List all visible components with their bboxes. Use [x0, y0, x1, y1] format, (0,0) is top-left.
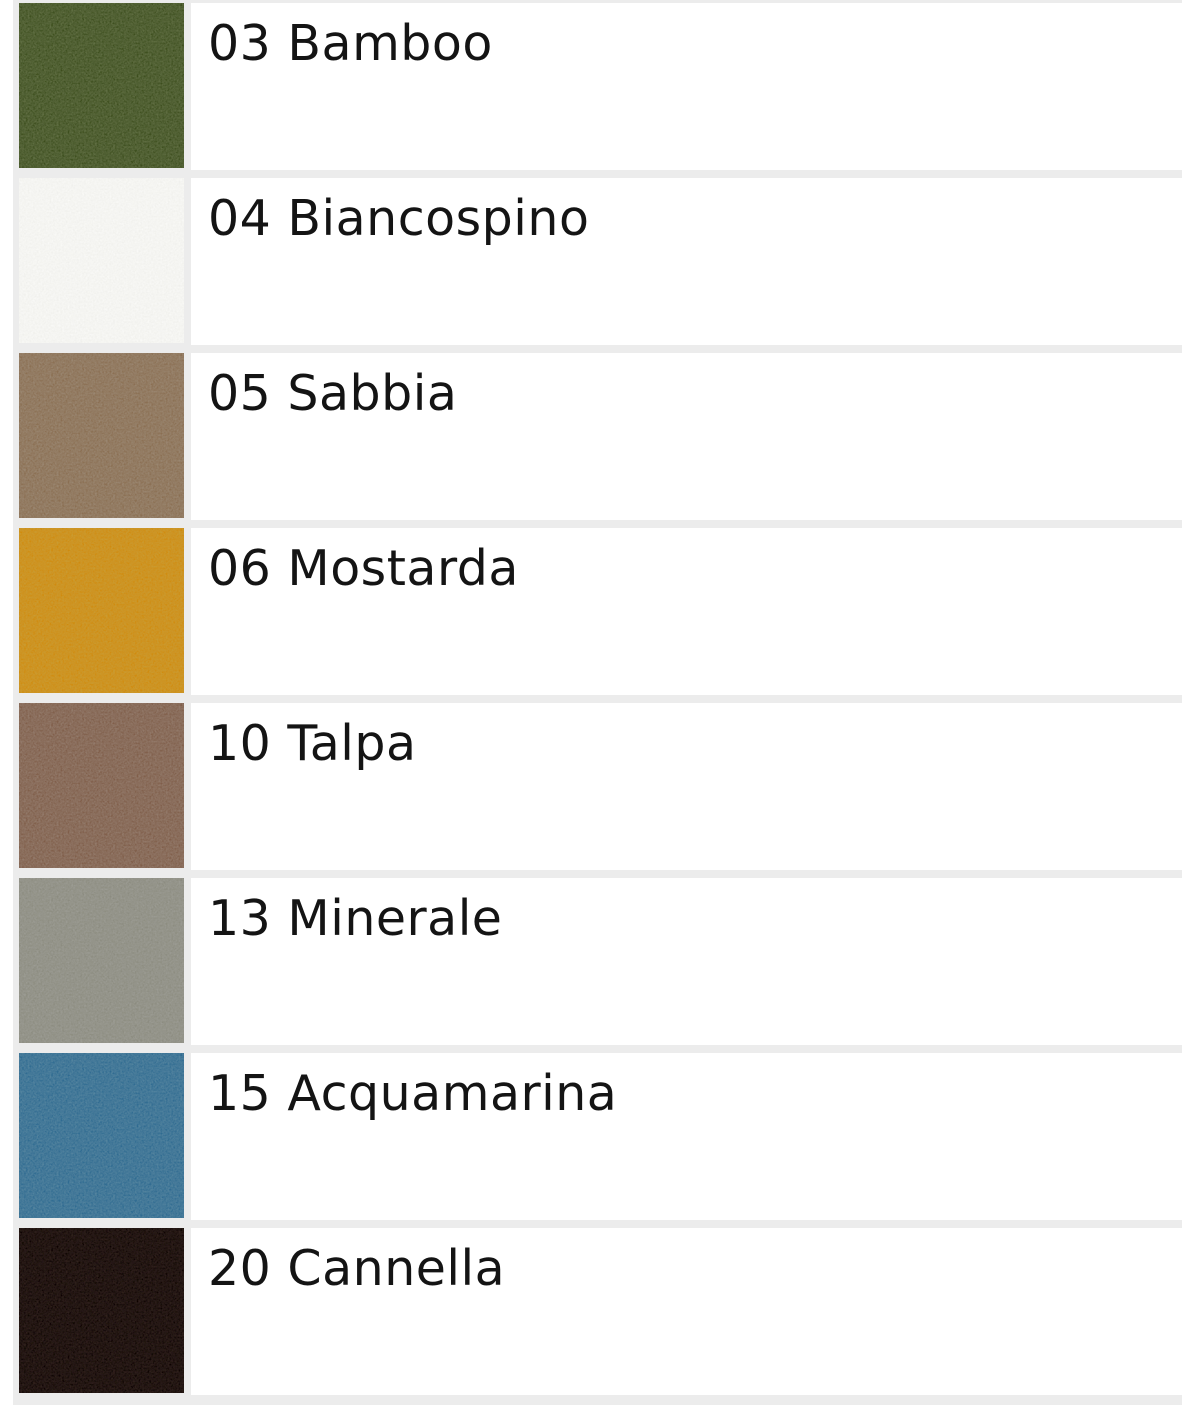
color-swatch[interactable] — [19, 878, 184, 1043]
fabric-texture — [19, 178, 184, 343]
color-swatch-table: 03 Bamboo 04 Biancospino 05 Sabbia 06 Mo… — [13, 0, 1182, 1405]
color-label-cell: 05 Sabbia — [191, 353, 1182, 520]
fabric-texture — [19, 878, 184, 1043]
fabric-texture — [19, 3, 184, 168]
color-swatch[interactable] — [19, 1228, 184, 1393]
color-swatch[interactable] — [19, 178, 184, 343]
color-label-cell: 06 Mostarda — [191, 528, 1182, 695]
color-label-cell: 15 Acquamarina — [191, 1053, 1182, 1220]
color-row[interactable]: 06 Mostarda — [13, 528, 1182, 695]
color-name: 03 Bamboo — [208, 15, 493, 72]
color-label-cell: 10 Talpa — [191, 703, 1182, 870]
color-row[interactable]: 13 Minerale — [13, 878, 1182, 1045]
color-name: 05 Sabbia — [208, 365, 458, 422]
color-label-cell: 20 Cannella — [191, 1228, 1182, 1395]
color-name: 04 Biancospino — [208, 190, 590, 247]
color-name: 15 Acquamarina — [208, 1065, 618, 1122]
color-label-cell: 13 Minerale — [191, 878, 1182, 1045]
color-row[interactable]: 03 Bamboo — [13, 3, 1182, 170]
color-swatch[interactable] — [19, 528, 184, 693]
color-row[interactable]: 15 Acquamarina — [13, 1053, 1182, 1220]
fabric-texture — [19, 703, 184, 868]
color-row[interactable]: 05 Sabbia — [13, 353, 1182, 520]
color-swatch[interactable] — [19, 3, 184, 168]
color-name: 06 Mostarda — [208, 540, 519, 597]
fabric-texture — [19, 528, 184, 693]
color-row[interactable]: 10 Talpa — [13, 703, 1182, 870]
color-name: 13 Minerale — [208, 890, 503, 947]
color-row[interactable]: 20 Cannella — [13, 1228, 1182, 1395]
color-swatch[interactable] — [19, 1053, 184, 1218]
color-label-cell: 03 Bamboo — [191, 3, 1182, 170]
color-name: 10 Talpa — [208, 715, 417, 772]
fabric-texture — [19, 1053, 184, 1218]
color-row[interactable]: 04 Biancospino — [13, 178, 1182, 345]
color-swatch[interactable] — [19, 353, 184, 518]
color-swatch[interactable] — [19, 703, 184, 868]
color-name: 20 Cannella — [208, 1240, 506, 1297]
color-label-cell: 04 Biancospino — [191, 178, 1182, 345]
fabric-texture — [19, 1228, 184, 1393]
fabric-texture — [19, 353, 184, 518]
